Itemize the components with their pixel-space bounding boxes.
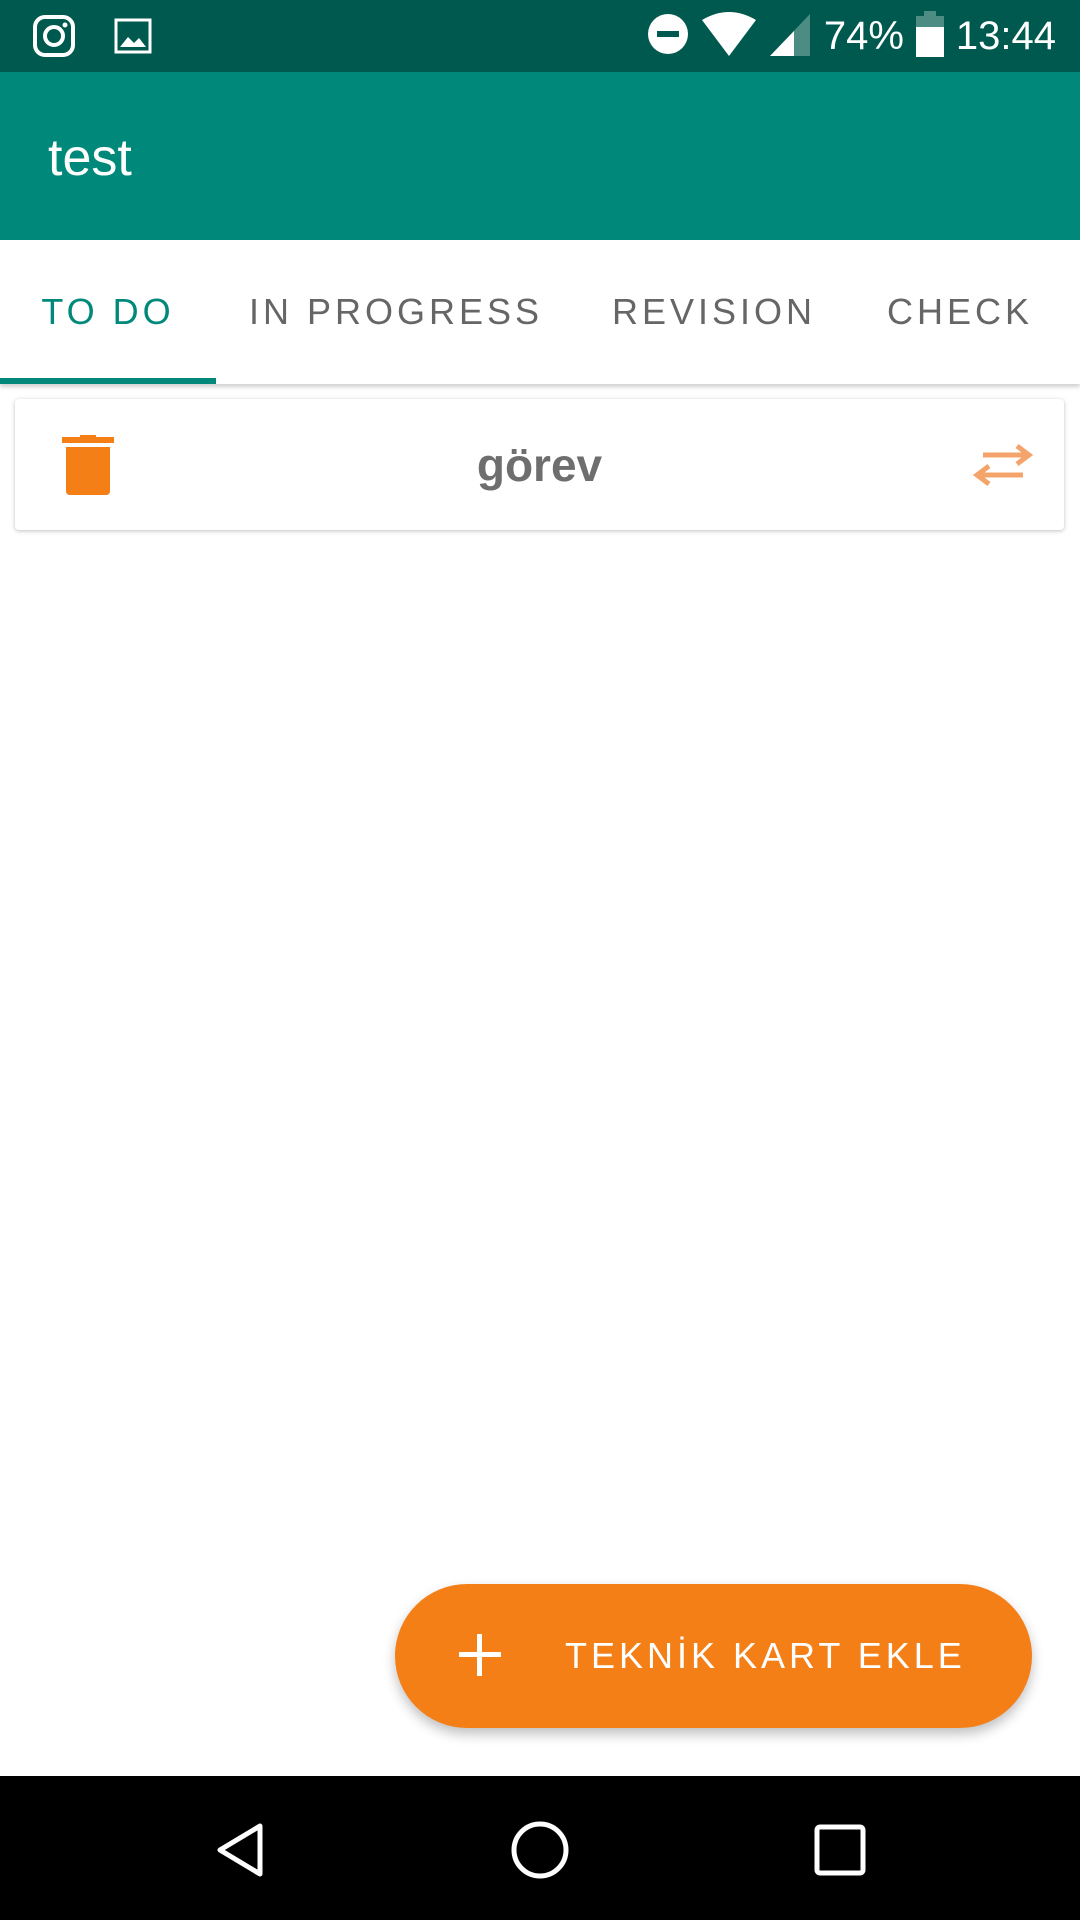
- task-card[interactable]: görev: [15, 399, 1064, 530]
- tab-revision[interactable]: REVISION: [576, 240, 852, 384]
- clock: 13:44: [955, 13, 1056, 58]
- gallery-icon: [114, 17, 152, 60]
- back-icon[interactable]: [210, 1820, 270, 1880]
- battery-icon: [915, 10, 944, 62]
- trash-icon[interactable]: [60, 435, 116, 495]
- page-title: test: [48, 129, 132, 187]
- tab-selected-indicator: [0, 378, 216, 384]
- navigation-bar: [0, 1776, 1080, 1920]
- tab-check[interactable]: CHECK: [852, 240, 1068, 384]
- do-not-disturb-icon: [646, 12, 690, 61]
- task-card-title: görev: [476, 438, 603, 491]
- home-icon[interactable]: [510, 1820, 570, 1880]
- recents-icon[interactable]: [810, 1820, 870, 1880]
- tab-in-progress[interactable]: IN PROGRESS: [216, 240, 576, 384]
- signal-icon: [768, 12, 812, 61]
- fab-label: TEKNİK KART EKLE: [565, 1635, 966, 1676]
- swap-arrows-icon[interactable]: [972, 443, 1034, 487]
- add-technical-card-button[interactable]: TEKNİK KART EKLE: [395, 1584, 1032, 1728]
- battery-percent: 74%: [823, 13, 904, 58]
- tab-bar: TO DO IN PROGRESS REVISION CHECK: [0, 240, 1080, 384]
- instagram-icon: [32, 14, 76, 63]
- app-bar: test: [0, 72, 1080, 240]
- status-bar: 74% 13:44: [0, 0, 1080, 72]
- tab-to-do[interactable]: TO DO: [0, 240, 216, 384]
- plus-icon: [455, 1630, 505, 1680]
- wifi-icon: [701, 11, 756, 61]
